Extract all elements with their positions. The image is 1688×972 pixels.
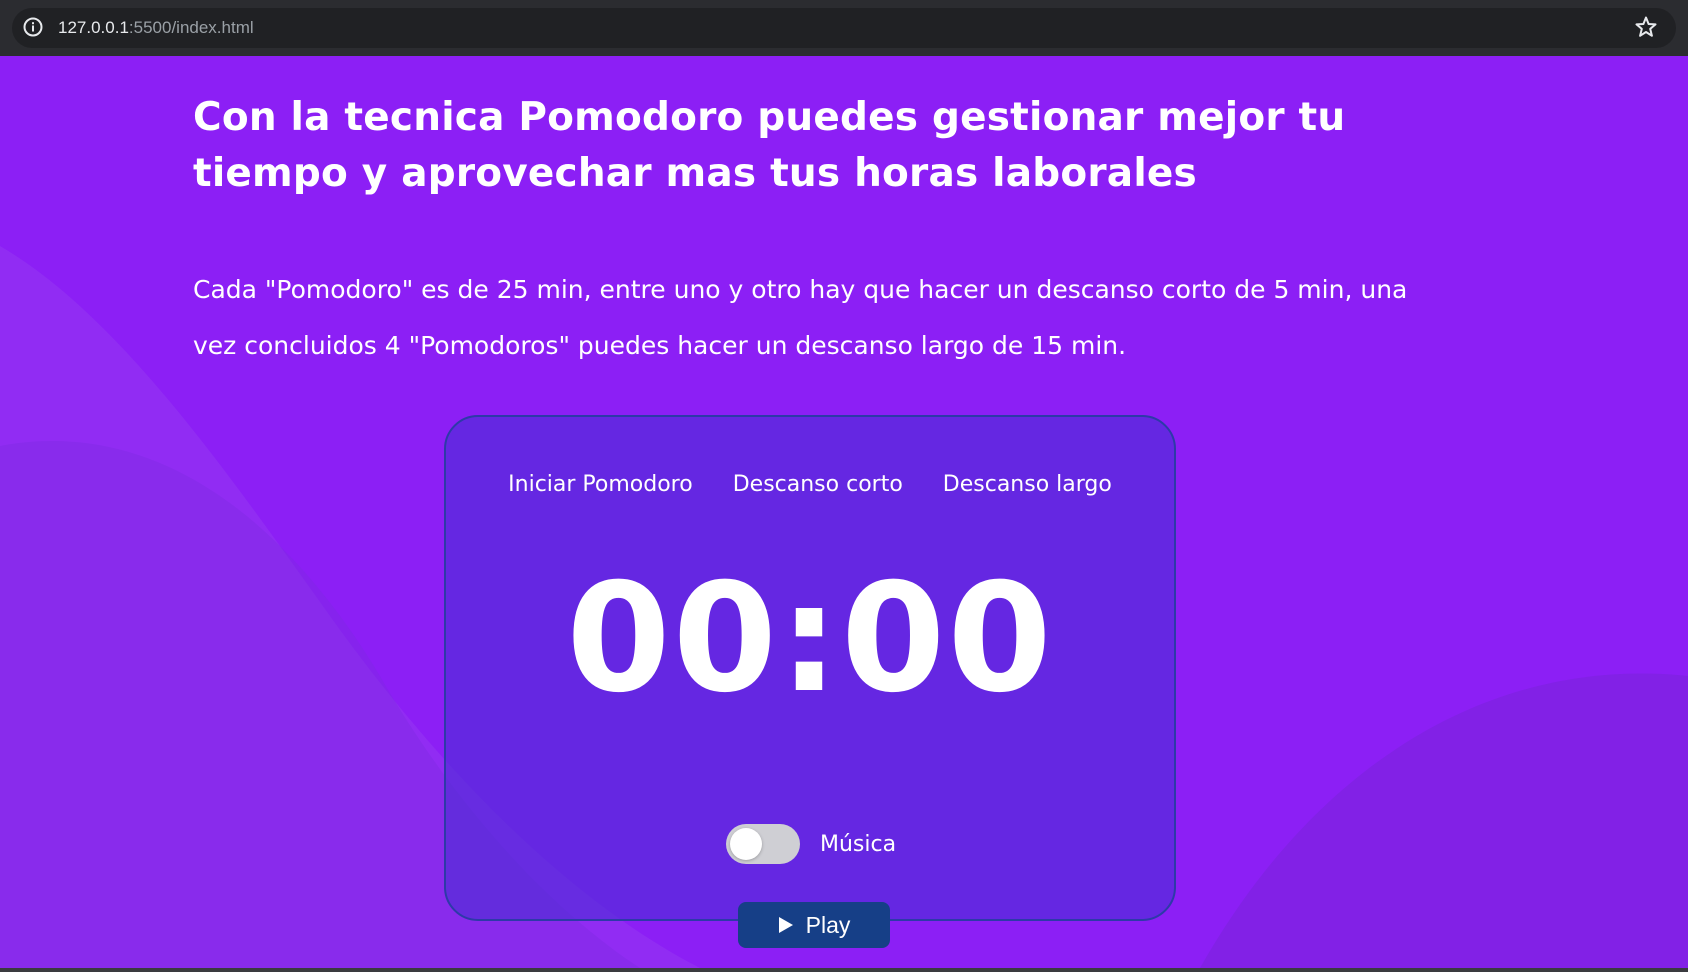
info-icon[interactable] <box>22 16 44 38</box>
bottom-edge <box>0 968 1688 972</box>
url-path: :5500/index.html <box>128 18 254 37</box>
mode-button-short-break[interactable]: Descanso corto <box>733 470 903 500</box>
music-toggle[interactable] <box>726 824 800 864</box>
star-icon[interactable] <box>1634 15 1658 39</box>
mode-button-pomodoro[interactable]: Iniciar Pomodoro <box>508 470 693 500</box>
mode-button-long-break[interactable]: Descanso largo <box>943 470 1112 500</box>
url-text[interactable]: 127.0.0.1:5500/index.html <box>58 16 254 40</box>
timer-display: 00:00 <box>566 552 1054 726</box>
play-label: Play <box>805 911 851 938</box>
timer-card: Iniciar Pomodoro Descanso corto Descanso… <box>444 415 1176 948</box>
play-icon <box>778 917 793 933</box>
toggle-knob <box>730 828 762 860</box>
music-label: Música <box>820 831 897 857</box>
page-description: Cada "Pomodoro" es de 25 min, entre uno … <box>193 275 1408 360</box>
mode-selector: Iniciar Pomodoro Descanso corto Descanso… <box>446 470 1174 500</box>
address-bar[interactable] <box>12 8 1676 48</box>
url-host: 127.0.0.1 <box>58 18 129 37</box>
browser-toolbar: 127.0.0.1:5500/index.html <box>0 0 1688 56</box>
music-control: Música <box>726 824 896 864</box>
play-button[interactable]: Play <box>738 902 890 948</box>
page-title: Con la tecnica Pomodoro puedes gestionar… <box>193 95 1346 196</box>
page-content: Con la tecnica Pomodoro puedes gestionar… <box>0 56 1688 968</box>
